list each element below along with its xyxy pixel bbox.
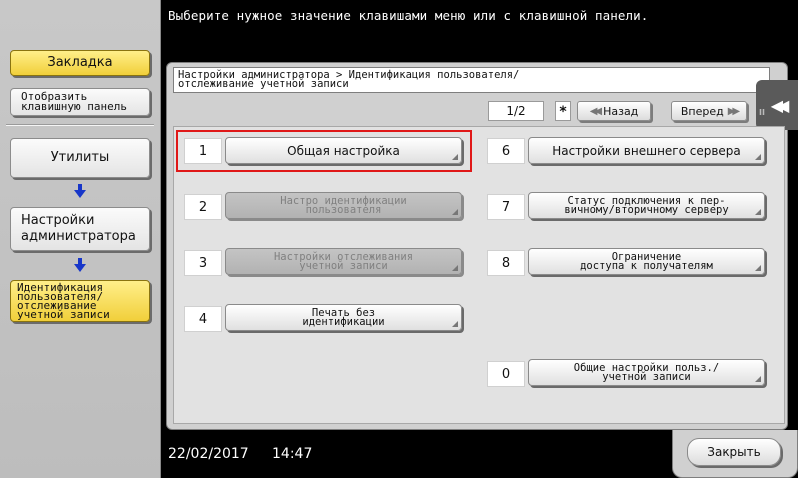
back-button[interactable]: ◀◀ Назад [577,101,651,121]
print-without-auth-button[interactable]: Печать без идентификации [225,304,462,331]
breadcrumb-line-2: отслеживание учетной записи [178,78,349,90]
collapse-panel-tab[interactable]: ◀◀ II [756,80,798,130]
general-user-account-settings-button[interactable]: Общие настройки польз./ учетной записи [528,359,765,386]
page-indicator: 1/2 [488,101,544,121]
forward-button[interactable]: Вперед ▶▶ [671,101,747,121]
grip-icon: II [759,108,765,117]
menu-number-7: 7 [487,194,525,220]
close-button[interactable]: Закрыть [687,438,781,466]
forward-arrow-icon: ▶▶ [727,105,741,117]
forward-label: Вперед [680,104,724,118]
back-arrow-icon: ◀◀ [589,105,603,117]
menu-number-6: 6 [487,138,525,164]
selection-highlight [176,130,472,172]
user-auth-button[interactable]: Идентификация пользователя/ отслеживание… [10,280,150,322]
menu-number-2: 2 [184,194,222,220]
external-server-settings-button[interactable]: Настройки внешнего сервера [528,137,765,164]
instruction-message: Выберите нужное значение клавишами меню … [168,8,649,23]
left-sidebar: Закладка Отобразить клавишную панель Ути… [0,0,161,478]
account-track-settings-button[interactable]: Настройки отслеживания учетной записи [225,248,462,275]
arrow-down-icon [74,258,86,272]
user-auth-settings-button[interactable]: Настро идентификации пользователя [225,192,462,219]
menu-number-0: 0 [487,361,525,387]
arrow-down-icon [74,184,86,198]
menu-number-3: 3 [184,250,222,276]
date-display: 22/02/2017 [168,446,249,462]
utilities-button[interactable]: Утилиты [10,138,150,178]
time-display: 14:47 [272,446,313,462]
back-label: Назад [603,104,639,118]
bookmark-button[interactable]: Закладка [10,50,150,76]
destination-access-limit-button[interactable]: Ограничение доступа к получателям [528,248,765,275]
star-icon: * [555,101,571,121]
admin-settings-button[interactable]: Настройки администратора [10,207,150,251]
show-keypad-button[interactable]: Отобразить клавишную панель [10,88,150,116]
menu-number-8: 8 [487,250,525,276]
breadcrumb: Настройки администратора > Идентификация… [173,67,770,93]
double-chevron-left-icon: ◀◀ [770,95,789,115]
menu-number-4: 4 [184,306,222,332]
server-connection-status-button[interactable]: Статус подключения к пер- вичному/вторич… [528,192,765,219]
